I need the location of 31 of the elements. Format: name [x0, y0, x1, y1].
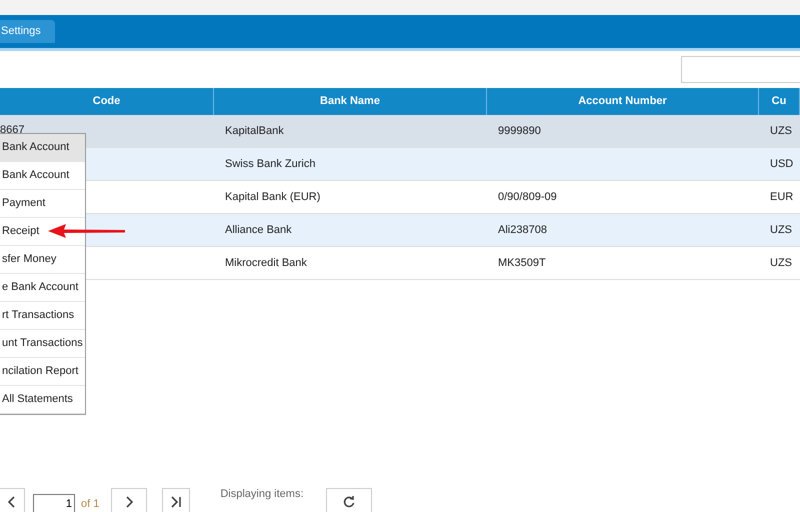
- menu-item[interactable]: e Bank Account: [0, 274, 85, 302]
- column-header[interactable]: Cu: [759, 88, 800, 115]
- page-count: of 1: [81, 497, 100, 512]
- last-page-icon: [169, 495, 184, 509]
- menu-item[interactable]: ncilation Report: [0, 358, 85, 386]
- table-cell: USD: [759, 148, 800, 181]
- column-header[interactable]: Account Number: [487, 88, 759, 115]
- next-page-button[interactable]: [111, 488, 148, 512]
- table-cell: Ali238708: [487, 214, 759, 247]
- column-header[interactable]: Code: [0, 88, 214, 115]
- table-cell: UZS: [759, 115, 800, 148]
- previous-page-button[interactable]: [0, 488, 25, 512]
- refresh-button[interactable]: [326, 488, 372, 512]
- last-page-button[interactable]: [162, 488, 190, 512]
- column-header[interactable]: Bank Name: [214, 88, 487, 115]
- menu-item[interactable]: unt Transactions: [0, 330, 85, 358]
- refresh-icon: [342, 495, 356, 509]
- menu-item[interactable]: Bank Account: [0, 134, 85, 162]
- table-cell: Alliance Bank: [214, 214, 487, 247]
- menu-item[interactable]: sfer Money: [0, 246, 85, 274]
- table-cell: 9999890: [487, 115, 759, 148]
- menu-item[interactable]: rt Transactions: [0, 302, 85, 330]
- menu-item[interactable]: Bank Account: [0, 162, 85, 190]
- table-cell: KapitalBank: [214, 115, 487, 148]
- table-cell: UZS: [759, 214, 800, 247]
- menu-item[interactable]: Payment: [0, 190, 85, 218]
- page-field[interactable]: 1: [33, 494, 75, 512]
- display-info: Displaying items:: [220, 488, 304, 500]
- search-field[interactable]: [681, 56, 800, 83]
- menu-item[interactable]: All Statements: [0, 386, 85, 414]
- table-cell: Swiss Bank Zurich: [214, 148, 487, 181]
